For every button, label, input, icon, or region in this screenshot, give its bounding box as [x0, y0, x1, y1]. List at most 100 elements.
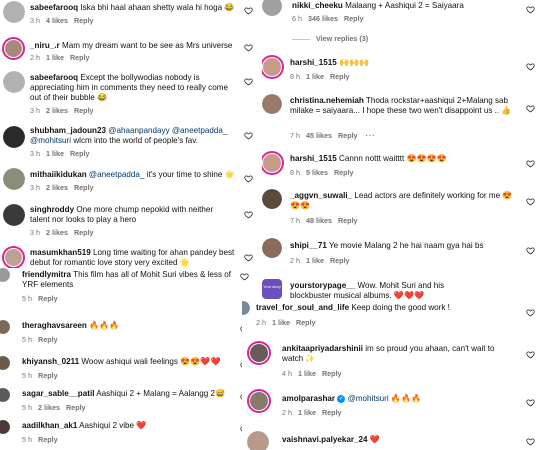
mention-link[interactable]: @mohitsuri — [348, 394, 389, 403]
like-heart-icon[interactable] — [526, 398, 535, 407]
reply-button[interactable]: Reply — [38, 335, 58, 344]
view-replies-button[interactable]: View replies (3) — [292, 34, 368, 43]
username[interactable]: _niru_.r — [30, 41, 60, 50]
reply-button[interactable]: Reply — [344, 14, 364, 23]
like-heart-icon[interactable] — [244, 253, 253, 262]
avatar[interactable] — [3, 126, 25, 148]
likes-count[interactable]: 5 likes — [306, 168, 328, 177]
like-heart-icon[interactable] — [244, 210, 253, 219]
avatar[interactable] — [262, 151, 284, 175]
like-heart-icon[interactable] — [244, 43, 253, 52]
like-heart-icon[interactable] — [526, 197, 535, 206]
likes-count[interactable]: 1 like — [306, 256, 324, 265]
reply-button[interactable]: Reply — [296, 318, 316, 327]
like-heart-icon[interactable] — [526, 350, 535, 359]
reply-button[interactable]: Reply — [330, 256, 350, 265]
avatar[interactable] — [0, 356, 10, 370]
username[interactable]: aadilkhan_ak1 — [22, 421, 77, 430]
like-heart-icon[interactable] — [244, 6, 253, 15]
like-heart-icon[interactable] — [244, 77, 253, 86]
username[interactable]: amolparashar — [282, 394, 335, 403]
reply-button[interactable]: Reply — [334, 168, 354, 177]
username[interactable]: ankitaapriyadarshinii — [282, 344, 363, 353]
like-heart-icon[interactable] — [526, 62, 535, 71]
avatar[interactable] — [262, 238, 282, 258]
avatar[interactable] — [262, 94, 282, 114]
username[interactable]: yourstorypage__ — [290, 281, 355, 290]
likes-count[interactable]: 1 like — [306, 72, 324, 81]
reply-button[interactable]: Reply — [38, 294, 58, 303]
avatar[interactable] — [0, 388, 10, 402]
likes-count[interactable]: 4 likes — [46, 16, 68, 25]
username[interactable]: harshi_1515 — [290, 58, 337, 67]
likes-count[interactable]: 45 likes — [306, 131, 332, 140]
avatar[interactable] — [242, 301, 250, 315]
username[interactable]: masumkhan519 — [30, 248, 91, 257]
likes-count[interactable]: 48 likes — [306, 216, 332, 225]
mention-link[interactable]: @aneetpadda_ — [172, 126, 227, 135]
avatar[interactable] — [0, 268, 10, 282]
username[interactable]: khiyansh_0211 — [22, 357, 79, 366]
likes-count[interactable]: 2 likes — [46, 183, 68, 192]
username[interactable]: _aggvn_suwali_ — [290, 191, 352, 200]
reply-button[interactable]: Reply — [70, 53, 90, 62]
likes-count[interactable]: 1 like — [298, 408, 316, 417]
reply-button[interactable]: Reply — [38, 435, 58, 444]
avatar[interactable] — [247, 389, 271, 413]
avatar[interactable] — [3, 168, 25, 190]
reply-button[interactable]: Reply — [322, 408, 342, 417]
username[interactable]: christina.nehemiah — [290, 96, 364, 105]
avatar[interactable]: Your story — [262, 279, 282, 299]
username[interactable]: theraghavsareen — [22, 321, 87, 330]
reply-button[interactable]: Reply — [74, 16, 94, 25]
avatar[interactable] — [247, 431, 269, 450]
likes-count[interactable]: 1 like — [272, 318, 290, 327]
likes-count[interactable]: 2 likes — [38, 403, 60, 412]
mention-link[interactable]: @mohitsuri — [30, 136, 71, 145]
reply-button[interactable]: Reply — [66, 403, 86, 412]
more-options-button[interactable]: ··· — [366, 131, 376, 140]
username[interactable]: shubham_jadoun23 — [30, 126, 106, 135]
likes-count[interactable]: 346 likes — [308, 14, 338, 23]
reply-button[interactable]: Reply — [74, 183, 94, 192]
like-heart-icon[interactable] — [244, 131, 253, 140]
like-heart-icon[interactable] — [244, 174, 253, 183]
avatar[interactable] — [262, 189, 282, 209]
reply-button[interactable]: Reply — [322, 369, 342, 378]
avatar[interactable] — [262, 0, 282, 16]
reply-button[interactable]: Reply — [330, 72, 350, 81]
username[interactable]: shipi__71 — [290, 241, 327, 250]
username[interactable]: vaishnavi.palyekar_24 — [282, 435, 368, 444]
avatar[interactable] — [247, 341, 271, 365]
likes-count[interactable]: 1 like — [298, 369, 316, 378]
avatar[interactable] — [0, 320, 10, 334]
avatar[interactable] — [0, 420, 10, 434]
avatar[interactable] — [3, 71, 25, 93]
likes-count[interactable]: 2 likes — [46, 228, 68, 237]
reply-button[interactable]: Reply — [338, 131, 358, 140]
reply-button[interactable]: Reply — [74, 106, 94, 115]
like-heart-icon[interactable] — [526, 5, 535, 14]
like-heart-icon[interactable] — [526, 437, 535, 446]
reply-button[interactable]: Reply — [70, 149, 90, 158]
username[interactable]: sagar_sable__patil — [22, 389, 94, 398]
username[interactable]: harshi_1515 — [290, 154, 337, 163]
reply-button[interactable]: Reply — [38, 371, 58, 380]
like-heart-icon[interactable] — [526, 308, 535, 317]
like-heart-icon[interactable] — [526, 159, 535, 168]
avatar[interactable] — [2, 246, 25, 268]
username[interactable]: mithaiikidukan — [30, 170, 87, 179]
username[interactable]: singhroddy — [30, 205, 74, 214]
avatar[interactable] — [3, 204, 25, 226]
mention-link[interactable]: @aneetpadda_ — [89, 170, 144, 179]
likes-count[interactable]: 1 like — [46, 53, 64, 62]
mention-link[interactable]: @ahaanpandayy — [108, 126, 169, 135]
avatar[interactable] — [262, 55, 284, 79]
avatar[interactable] — [2, 37, 25, 60]
reply-button[interactable]: Reply — [74, 228, 94, 237]
username[interactable]: nikki_cheeku — [292, 1, 343, 10]
avatar[interactable] — [3, 1, 25, 23]
username[interactable]: friendlymitra — [22, 270, 71, 279]
username[interactable]: travel_for_soul_and_life — [256, 303, 349, 312]
like-heart-icon[interactable] — [526, 246, 535, 255]
